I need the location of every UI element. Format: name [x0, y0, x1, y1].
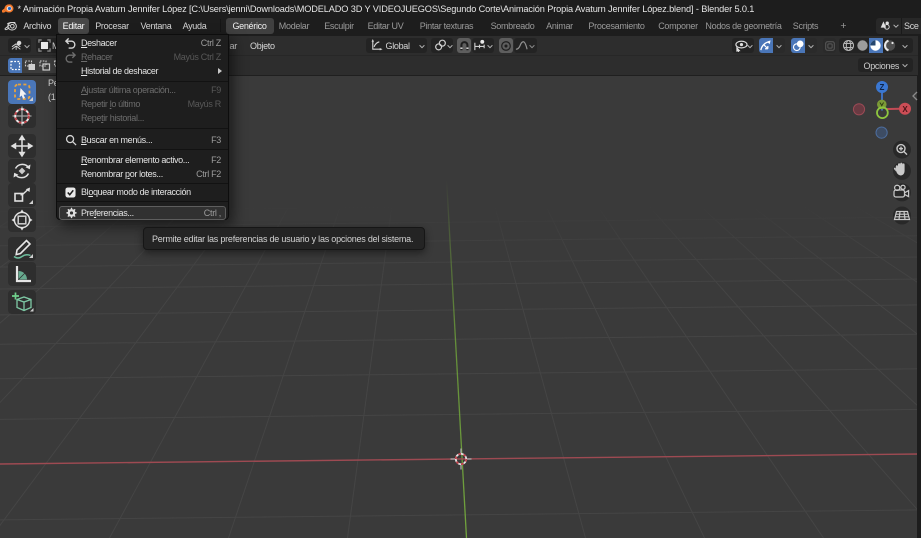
svg-text:Z: Z [880, 83, 885, 92]
svg-text:X: X [902, 105, 908, 114]
